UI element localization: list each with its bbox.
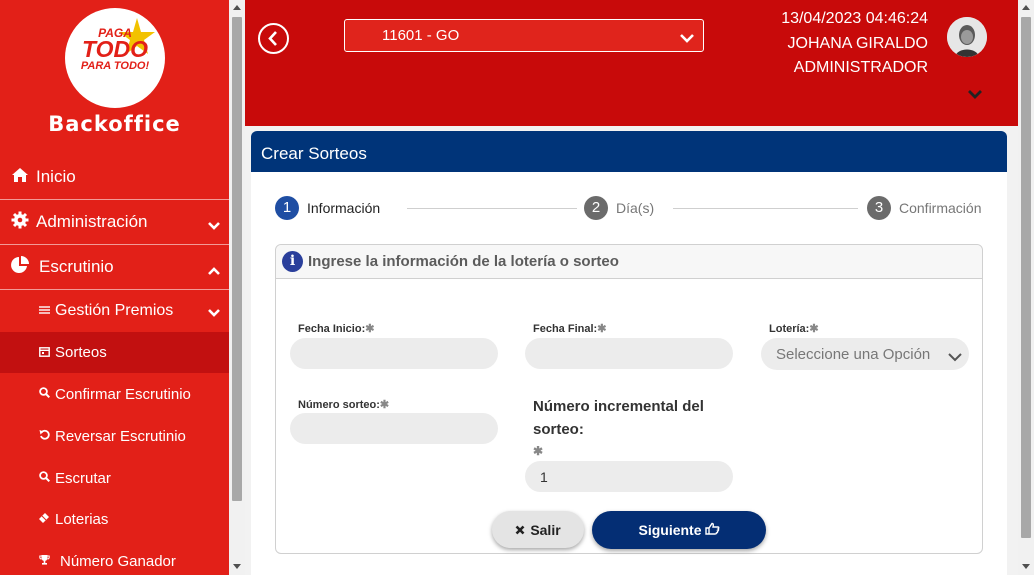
chevron-down-icon xyxy=(947,349,963,366)
scrollbar-thumb[interactable] xyxy=(1021,17,1031,538)
chevron-down-icon xyxy=(207,305,221,323)
numero-incremental-label: Número incremental del sorteo: ✱ xyxy=(533,395,743,461)
calendar-icon xyxy=(36,346,52,360)
sidebar-item-sorteos[interactable]: Sorteos xyxy=(0,332,229,373)
sidebar-item-numero-ganador[interactable]: Número Ganador xyxy=(0,550,229,572)
chevron-down-icon xyxy=(207,216,221,236)
required-mark: ✱ xyxy=(379,399,390,411)
sidebar: PAGA TODO PARA TODO! Backoffice Inicio A… xyxy=(0,0,229,575)
chevron-left-icon xyxy=(268,31,277,46)
step-connector xyxy=(407,208,577,209)
back-button[interactable] xyxy=(258,23,289,54)
sidebar-item-label: Escrutinio xyxy=(39,257,114,276)
sidebar-item-label: Loterias xyxy=(55,510,109,528)
salir-button[interactable]: Salir xyxy=(492,511,584,548)
step-number: 1 xyxy=(275,196,299,220)
avatar[interactable] xyxy=(947,17,987,57)
numero-incremental-input[interactable] xyxy=(525,461,733,492)
divider xyxy=(0,244,229,245)
home-icon xyxy=(9,167,31,188)
panel-title: Ingrese la información de la lotería o s… xyxy=(308,253,619,270)
numero-sorteo-label: Número sorteo:✱ xyxy=(298,399,390,411)
sidebar-item-label: Administración xyxy=(36,212,148,231)
required-mark: ✱ xyxy=(597,323,607,335)
salir-label: Salir xyxy=(530,521,561,538)
branch-select-value: 11601 - GO xyxy=(382,27,460,44)
sidebar-item-label: Escrutar xyxy=(55,469,111,487)
step-number: 3 xyxy=(867,196,891,220)
info-icon: i xyxy=(282,251,303,272)
main-scrollbar[interactable] xyxy=(1018,0,1034,575)
hand-pointer-icon xyxy=(704,522,720,538)
step-connector xyxy=(673,208,858,209)
sidebar-item-inicio[interactable]: Inicio xyxy=(0,163,229,191)
sidebar-item-label: Reversar Escrutinio xyxy=(55,427,186,445)
close-icon xyxy=(515,522,525,538)
user-menu-chevron-icon[interactable] xyxy=(967,86,983,104)
logo-text: PAGA TODO PARA TODO! xyxy=(80,26,150,72)
sidebar-item-reversar-escrutinio[interactable]: Reversar Escrutinio xyxy=(0,425,229,447)
siguiente-label: Siguiente xyxy=(638,522,702,538)
pie-chart-icon xyxy=(9,255,31,280)
scroll-up-arrow-icon[interactable] xyxy=(1022,5,1030,10)
gear-icon xyxy=(9,211,31,234)
step-informacion[interactable]: 1 Información xyxy=(275,196,380,220)
sidebar-item-label: Número Ganador xyxy=(60,552,176,570)
sidebar-item-confirmar-escrutinio[interactable]: Confirmar Escrutinio xyxy=(0,383,229,405)
sidebar-item-administracion[interactable]: Administración xyxy=(0,207,229,237)
trophy-icon xyxy=(36,554,52,568)
sidebar-item-escrutinio[interactable]: Escrutinio xyxy=(0,252,229,282)
sidebar-item-label: Sorteos xyxy=(55,344,107,361)
search-icon xyxy=(36,471,52,485)
scrollbar-thumb[interactable] xyxy=(232,17,242,501)
brand-title: Backoffice xyxy=(48,112,181,136)
siguiente-button[interactable]: Siguiente xyxy=(592,511,766,549)
sidebar-item-loterias[interactable]: Loterias xyxy=(0,508,229,530)
sliders-icon xyxy=(36,305,52,318)
chevron-up-icon xyxy=(207,261,221,281)
fecha-final-label: Fecha Final:✱ xyxy=(533,323,607,335)
fecha-inicio-label: Fecha Inicio:✱ xyxy=(298,323,375,335)
divider xyxy=(0,289,229,290)
branch-select[interactable]: 11601 - GO xyxy=(344,19,704,52)
user-name: JOHANA GIRALDO xyxy=(787,35,928,52)
sidebar-item-label: Gestión Premios xyxy=(55,302,174,319)
step-dias[interactable]: 2 Día(s) xyxy=(584,196,654,220)
fecha-inicio-input[interactable] xyxy=(290,338,498,369)
loteria-select[interactable]: Seleccione una Opción xyxy=(761,338,969,370)
top-header: 11601 - GO 13/04/2023 04:46:24 JOHANA GI… xyxy=(245,0,1018,126)
current-datetime: 13/04/2023 04:46:24 xyxy=(781,10,928,27)
sidebar-item-gestion-premios[interactable]: Gestión Premios xyxy=(0,298,229,324)
sidebar-item-label: Inicio xyxy=(36,167,76,186)
required-mark: ✱ xyxy=(533,444,544,458)
card-title: Crear Sorteos xyxy=(251,131,1007,172)
sidebar-item-label: Confirmar Escrutinio xyxy=(55,385,191,403)
scroll-up-arrow-icon[interactable] xyxy=(233,5,241,10)
step-label: Información xyxy=(307,200,381,216)
scroll-down-arrow-icon[interactable] xyxy=(1022,564,1030,569)
step-label: Día(s) xyxy=(616,200,655,216)
chevron-down-icon xyxy=(679,30,695,47)
required-mark: ✱ xyxy=(365,323,375,335)
divider xyxy=(0,199,229,200)
search-check-icon xyxy=(36,387,52,401)
loteria-select-placeholder: Seleccione una Opción xyxy=(776,346,931,363)
panel-header: i Ingrese la información de la lotería o… xyxy=(276,245,982,279)
loteria-label: Lotería:✱ xyxy=(769,323,819,335)
pagatodo-logo[interactable]: PAGA TODO PARA TODO! xyxy=(65,8,165,108)
fecha-final-input[interactable] xyxy=(525,338,733,369)
crear-sorteos-card: Crear Sorteos 1 Información 2 Día(s) 3 C… xyxy=(251,131,1007,575)
numero-sorteo-input[interactable] xyxy=(290,413,498,444)
scroll-down-arrow-icon[interactable] xyxy=(233,564,241,569)
required-mark: ✱ xyxy=(809,323,819,335)
info-panel: i Ingrese la información de la lotería o… xyxy=(275,244,983,554)
sidebar-scrollbar[interactable] xyxy=(229,0,245,575)
step-number: 2 xyxy=(584,196,608,220)
sidebar-item-escrutar[interactable]: Escrutar xyxy=(0,467,229,489)
step-confirmacion[interactable]: 3 Confirmación xyxy=(867,196,981,220)
ticket-icon xyxy=(36,512,52,526)
step-label: Confirmación xyxy=(899,200,982,216)
undo-icon xyxy=(36,429,52,443)
user-role: ADMINISTRADOR xyxy=(793,59,928,76)
